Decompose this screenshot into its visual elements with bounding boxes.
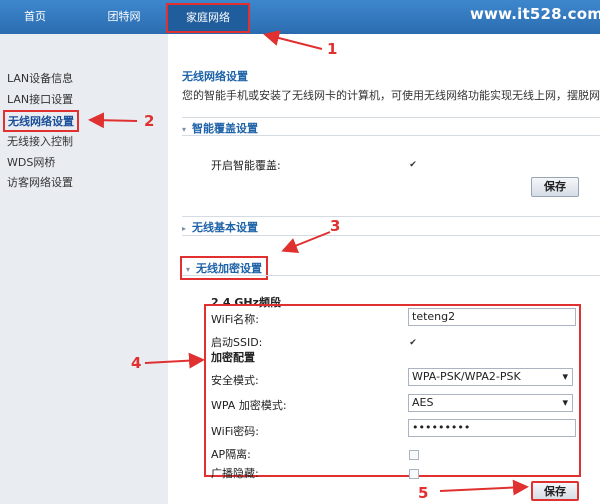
arrow-3-icon bbox=[281, 231, 331, 253]
annotation-number: 2 bbox=[144, 112, 155, 130]
annotation-number: 5 bbox=[418, 484, 429, 502]
arrow-4-icon bbox=[144, 352, 205, 369]
annotation-number: 1 bbox=[327, 40, 338, 58]
annotation-arrows bbox=[88, 30, 529, 496]
annotation-number: 3 bbox=[330, 217, 341, 235]
annotation-number: 4 bbox=[131, 354, 142, 372]
arrow-1-icon bbox=[263, 30, 323, 50]
arrow-5-icon bbox=[439, 479, 529, 496]
arrow-2-icon bbox=[88, 112, 138, 129]
